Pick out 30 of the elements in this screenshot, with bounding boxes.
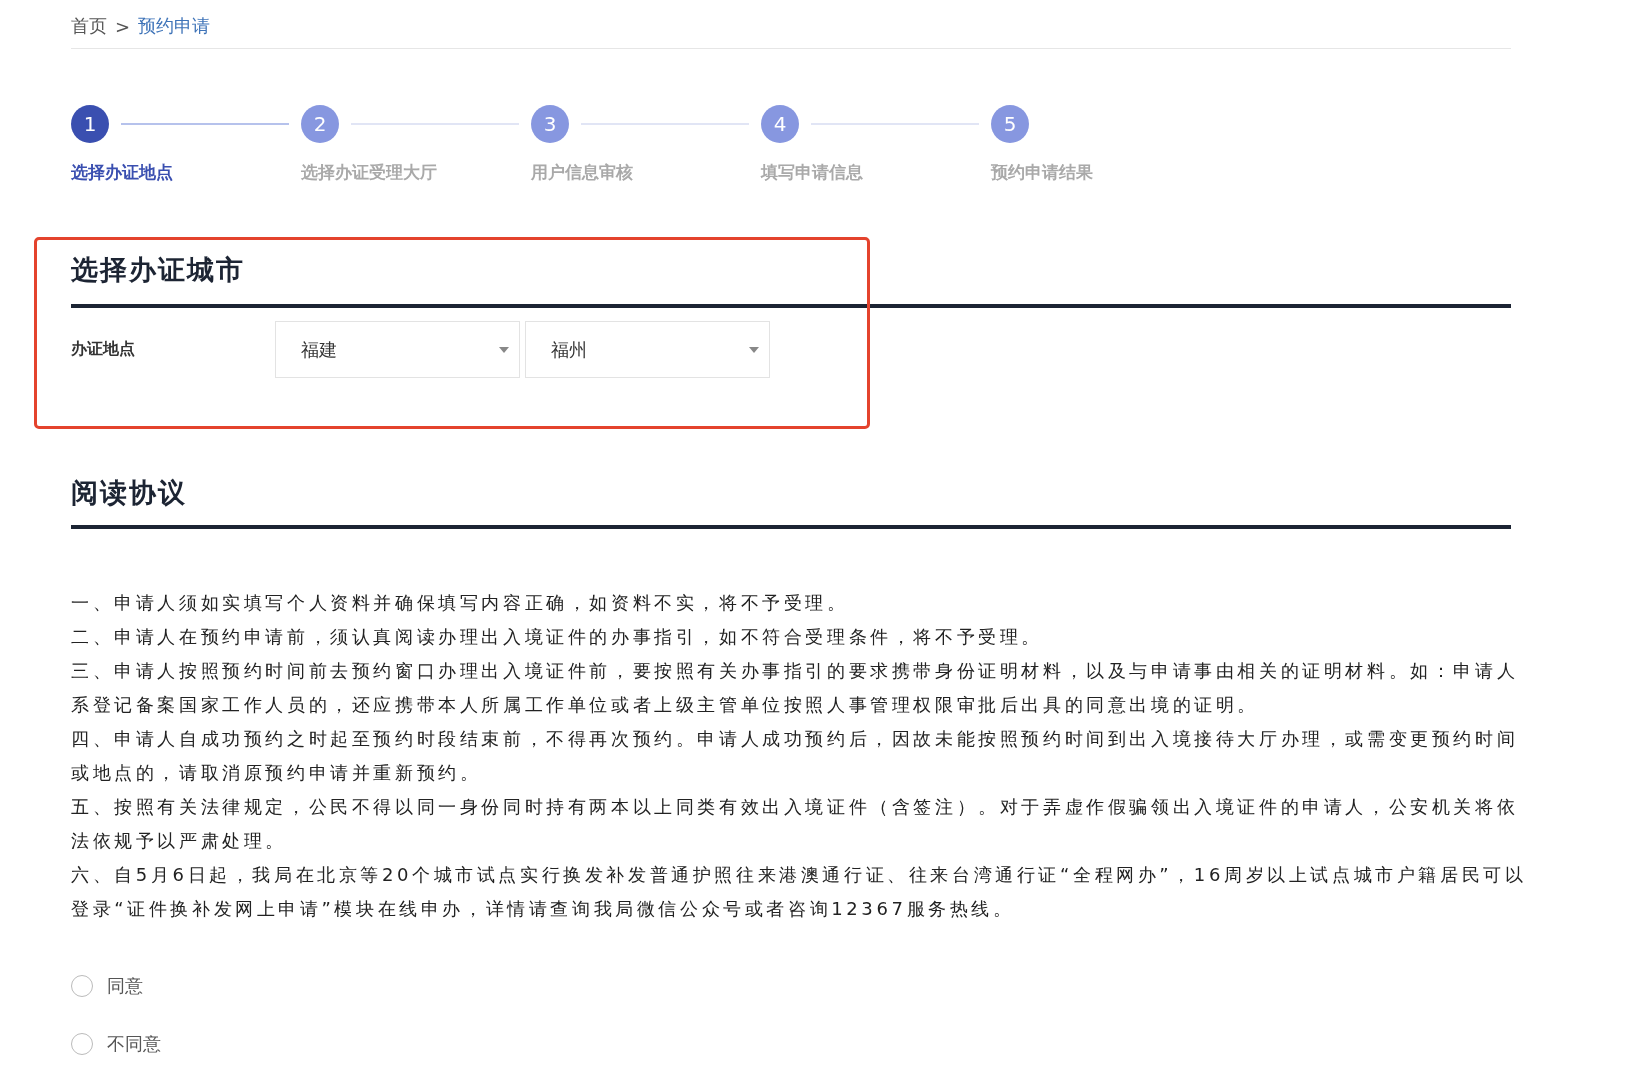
- step-label: 选择办证受理大厅: [301, 161, 437, 184]
- agreement-clause: 六、自5月6日起，我局在北京等20个城市试点实行换发补发普通护照往来港澳通行证、往来台湾通行证“全程网办”，16周岁以上试点城市户籍居民可以登录“证件换补发网上申请”模块在线申办，详情请查询我局微信公众号或者咨询12367服务热线。: [71, 863, 1528, 921]
- step-label: 用户信息审核: [531, 161, 633, 184]
- section-title: 选择办证城市: [71, 253, 245, 286]
- agreement-clause: 二、申请人在预约申请前，须认真阅读办理出入境证件的办事指引，如不符合受理条件，将不予受理。: [71, 625, 1044, 649]
- radio-label[interactable]: 同意: [107, 974, 143, 998]
- section-title: 阅读协议: [71, 476, 187, 510]
- dropdown[interactable]: 福建: [275, 321, 520, 378]
- step-label: 预约申请结果: [991, 161, 1093, 184]
- breadcrumb-separator: >: [115, 15, 131, 37]
- caret-icon: [499, 346, 509, 353]
- step-number: 5: [991, 105, 1029, 143]
- step-label: 选择办证地点: [71, 161, 173, 184]
- radio-button[interactable]: [71, 1033, 93, 1055]
- breadcrumb-current[interactable]: 预约申请: [138, 14, 211, 38]
- step-number: 1: [71, 105, 109, 143]
- dropdown[interactable]: 福州: [525, 321, 770, 378]
- agreement-clause: 五、按照有关法律规定，公民不得以同一身份同时持有两本以上同类有效出入境证件（含签注）。对于弄虚作假骗领出入境证件的申请人，公安机关将依法依规予以严肃处理。: [71, 795, 1520, 853]
- caret-icon: [749, 346, 759, 353]
- field-label: 办证地点: [71, 338, 136, 360]
- breadcrumb-link[interactable]: 首页: [71, 14, 107, 38]
- step-number: 4: [761, 105, 799, 143]
- radio-label[interactable]: 不同意: [107, 1032, 161, 1056]
- step-number: 3: [531, 105, 569, 143]
- agreement-clause: 三、申请人按照预约时间前去预约窗口办理出入境证件前，要按照有关办事指引的要求携带身份证明材料，以及与申请事由相关的证明材料。如：申请人系登记备案国家工作人员的，还应携带本人所属工作单位或者上级主管单位按照人事管理权限审批后出具的同意出境的证明。: [71, 659, 1520, 717]
- step-label: 填写申请信息: [761, 161, 863, 184]
- step-number: 2: [301, 105, 339, 143]
- agreement-clause: 一、申请人须如实填写个人资料并确保填写内容正确，如资料不实，将不予受理。: [71, 591, 850, 615]
- agreement-clause: 四、申请人自成功预约之时起至预约时段结束前，不得再次预约。申请人成功预约后，因故未能按照预约时间到出入境接待大厅办理，或需变更预约时间或地点的，请取消原预约申请并重新预约。: [71, 727, 1520, 785]
- radio-button[interactable]: [71, 975, 93, 997]
